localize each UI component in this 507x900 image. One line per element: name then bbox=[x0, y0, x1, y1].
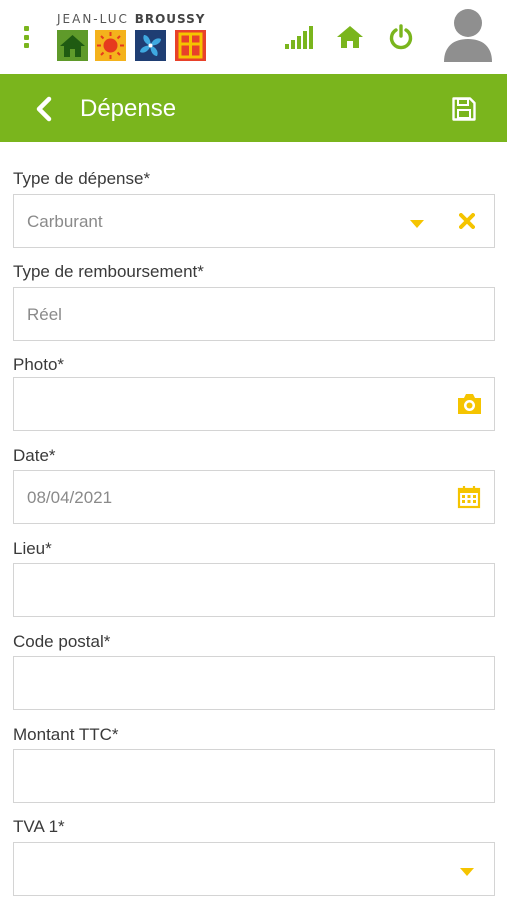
date-field[interactable]: 08/04/2021 bbox=[13, 470, 495, 524]
calendar-icon[interactable] bbox=[457, 485, 481, 514]
logo-window-tile bbox=[175, 30, 206, 61]
lieu-input[interactable] bbox=[13, 563, 495, 617]
field-label-type-remboursement: Type de remboursement* bbox=[13, 262, 204, 281]
logo-fan-tile bbox=[135, 30, 166, 61]
field-label-lieu: Lieu* bbox=[13, 539, 52, 558]
caret-down-icon[interactable] bbox=[409, 216, 425, 234]
logo-house-tile bbox=[57, 30, 88, 61]
title-bar: Dépense bbox=[0, 74, 507, 142]
code-postal-input[interactable] bbox=[13, 656, 495, 710]
caret-down-icon[interactable] bbox=[459, 864, 475, 882]
type-depense-select[interactable]: Carburant bbox=[13, 194, 495, 248]
field-label-tva-1: TVA 1* bbox=[13, 817, 65, 836]
field-label-montant-ttc: Montant TTC* bbox=[13, 725, 119, 744]
menu-kebab-icon[interactable] bbox=[22, 26, 30, 48]
montant-ttc-input[interactable] bbox=[13, 749, 495, 803]
logo-sun-tile bbox=[95, 30, 126, 61]
field-label-date: Date* bbox=[13, 446, 56, 465]
chevron-left-icon[interactable] bbox=[34, 96, 54, 122]
type-remboursement-value: Réel bbox=[27, 305, 62, 324]
page-title: Dépense bbox=[80, 95, 177, 122]
field-label-code-postal: Code postal* bbox=[13, 632, 111, 651]
camera-icon[interactable] bbox=[456, 392, 483, 421]
signal-icon bbox=[284, 24, 314, 50]
clear-x-icon[interactable] bbox=[459, 213, 475, 234]
user-avatar-icon[interactable] bbox=[441, 6, 495, 62]
date-value: 08/04/2021 bbox=[27, 488, 113, 507]
type-remboursement-field[interactable]: Réel bbox=[13, 287, 495, 341]
home-icon[interactable] bbox=[336, 24, 364, 50]
brand-logo: JEAN-LUC BROUSSY bbox=[55, 12, 215, 62]
brand-name: JEAN-LUC BROUSSY bbox=[57, 12, 206, 26]
tva-1-select[interactable] bbox=[13, 842, 495, 896]
photo-field[interactable] bbox=[13, 377, 495, 431]
field-label-photo: Photo* bbox=[13, 355, 65, 374]
app-header: JEAN-LUC BROUSSY bbox=[0, 0, 507, 74]
floppy-disk-icon[interactable] bbox=[451, 96, 477, 122]
type-depense-value: Carburant bbox=[27, 212, 103, 231]
field-label-type-depense: Type de dépense* bbox=[13, 169, 151, 188]
power-icon[interactable] bbox=[388, 24, 414, 50]
